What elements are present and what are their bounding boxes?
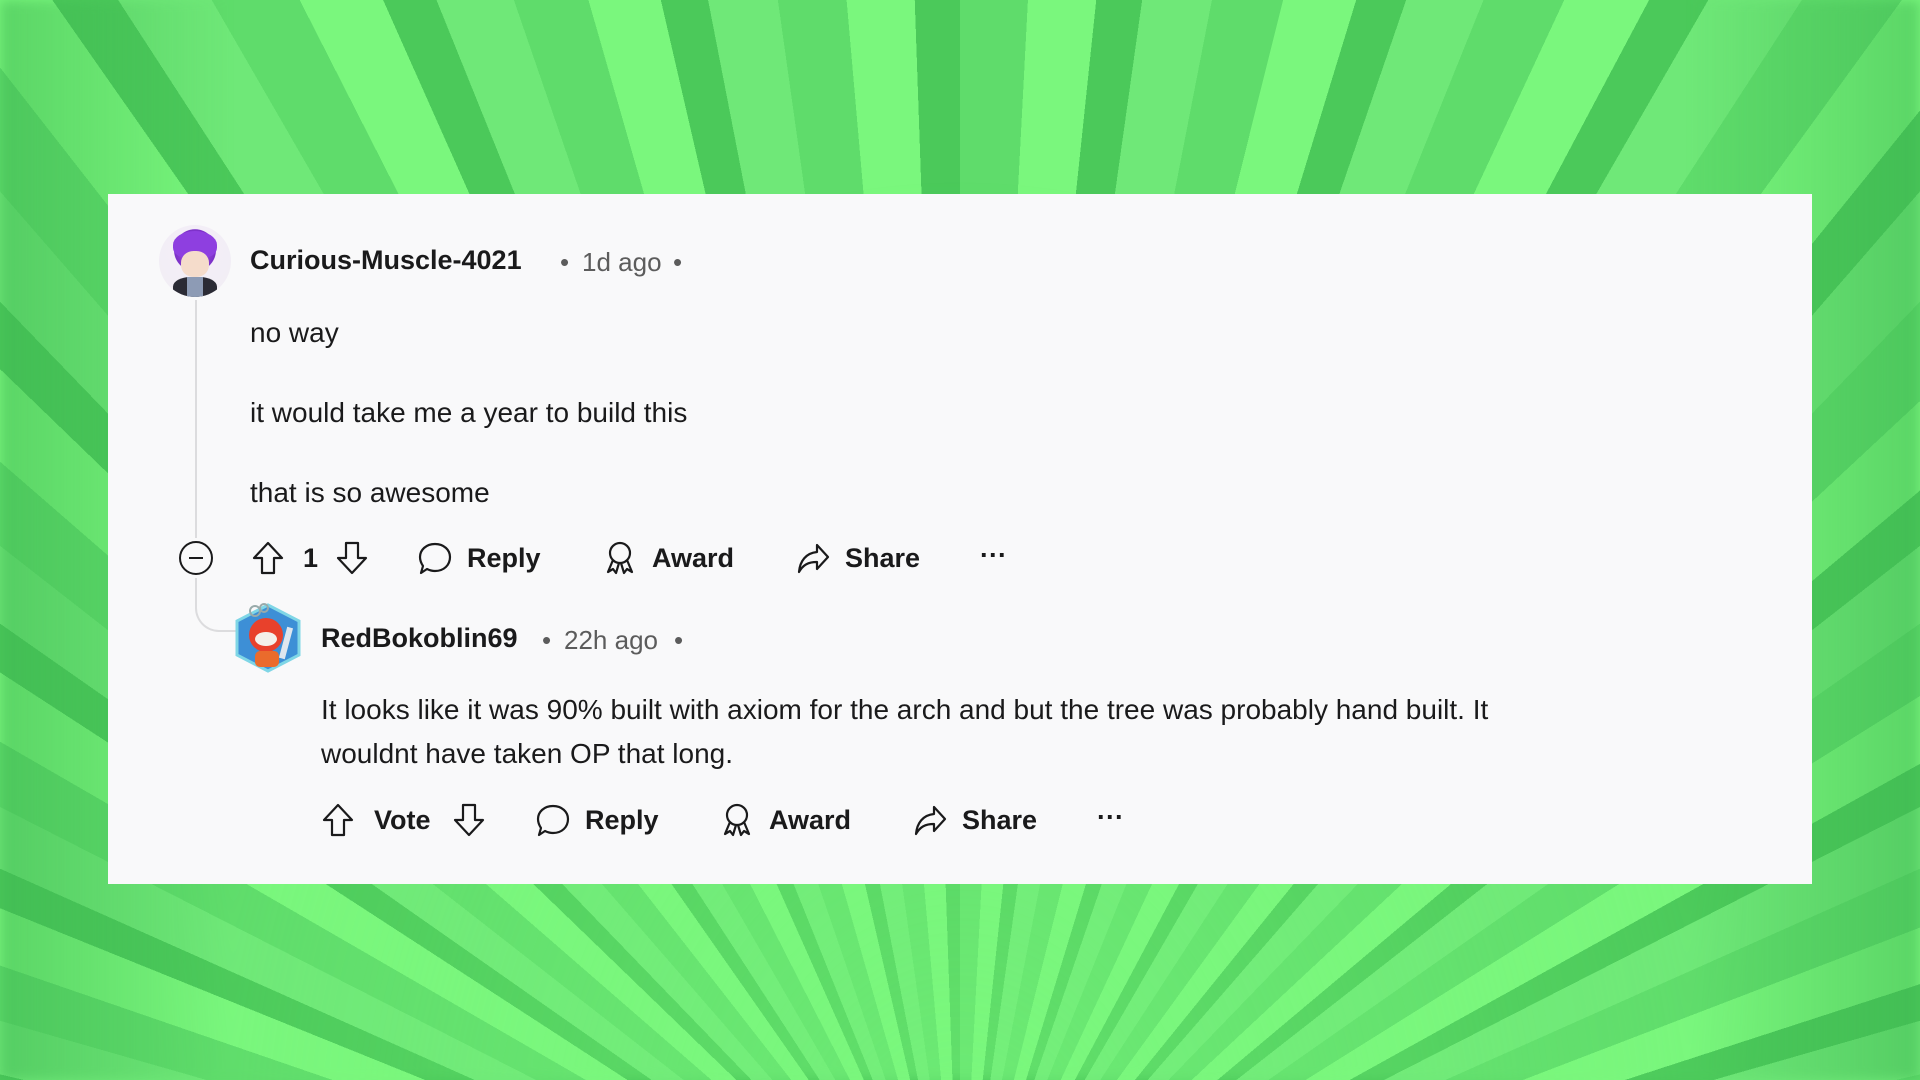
chat-bubble-icon (417, 540, 453, 576)
share-button[interactable]: Share (912, 802, 1037, 838)
meta-separator: • (560, 247, 570, 277)
reply-button[interactable]: Reply (535, 802, 659, 838)
share-arrow-icon (795, 540, 831, 576)
share-label: Share (962, 804, 1038, 835)
award-label: Award (769, 804, 852, 835)
upvote-arrow-icon (322, 803, 354, 837)
downvote-arrow-icon (336, 541, 368, 575)
downvote-button[interactable] (452, 802, 486, 838)
award-ribbon-icon (602, 540, 638, 576)
more-options-button[interactable]: ··· (1097, 802, 1124, 833)
upvote-button[interactable] (251, 540, 285, 576)
reply-button[interactable]: Reply (417, 540, 541, 576)
more-options-button[interactable]: ··· (980, 540, 1007, 571)
thread-line (195, 300, 197, 538)
upvote-arrow-icon (252, 541, 284, 575)
meta-separator: • (673, 247, 683, 277)
award-button[interactable]: Award (719, 802, 851, 838)
reply-body-line: wouldnt have taken OP that long. (321, 738, 733, 769)
vote-label: Vote (374, 805, 431, 835)
avatar[interactable] (233, 601, 303, 673)
comment-timestamp[interactable]: 1d ago (582, 247, 662, 278)
thread-connector (195, 578, 237, 632)
comment-body-line: it would take me a year to build this (250, 397, 688, 428)
chat-bubble-icon (535, 802, 571, 838)
share-arrow-icon (912, 802, 948, 838)
comment-body-line: that is so awesome (250, 477, 490, 508)
collapse-button[interactable] (178, 540, 214, 576)
downvote-arrow-icon (453, 803, 485, 837)
downvote-button[interactable] (335, 540, 369, 576)
meta-separator: • (542, 625, 552, 655)
comment-author[interactable]: Curious-Muscle-4021 (250, 245, 522, 276)
upvote-button[interactable] (321, 802, 355, 838)
meta-separator: • (674, 625, 684, 655)
reply-label: Reply (467, 542, 541, 573)
reply-body-line: It looks like it was 90% built with axio… (321, 694, 1489, 725)
award-ribbon-icon (719, 802, 755, 838)
vote-count: 1 (303, 543, 319, 573)
reply-label: Reply (585, 804, 659, 835)
minus-circle-icon (179, 541, 213, 575)
share-button[interactable]: Share (795, 540, 920, 576)
comment-card (108, 194, 1812, 884)
award-label: Award (652, 542, 735, 573)
reply-author[interactable]: RedBokoblin69 (321, 623, 518, 654)
share-label: Share (845, 542, 921, 573)
avatar[interactable] (159, 225, 231, 297)
comment-body-line: no way (250, 317, 339, 348)
award-button[interactable]: Award (602, 540, 734, 576)
avatar-hexagon (235, 603, 301, 673)
reply-timestamp[interactable]: 22h ago (564, 625, 658, 656)
